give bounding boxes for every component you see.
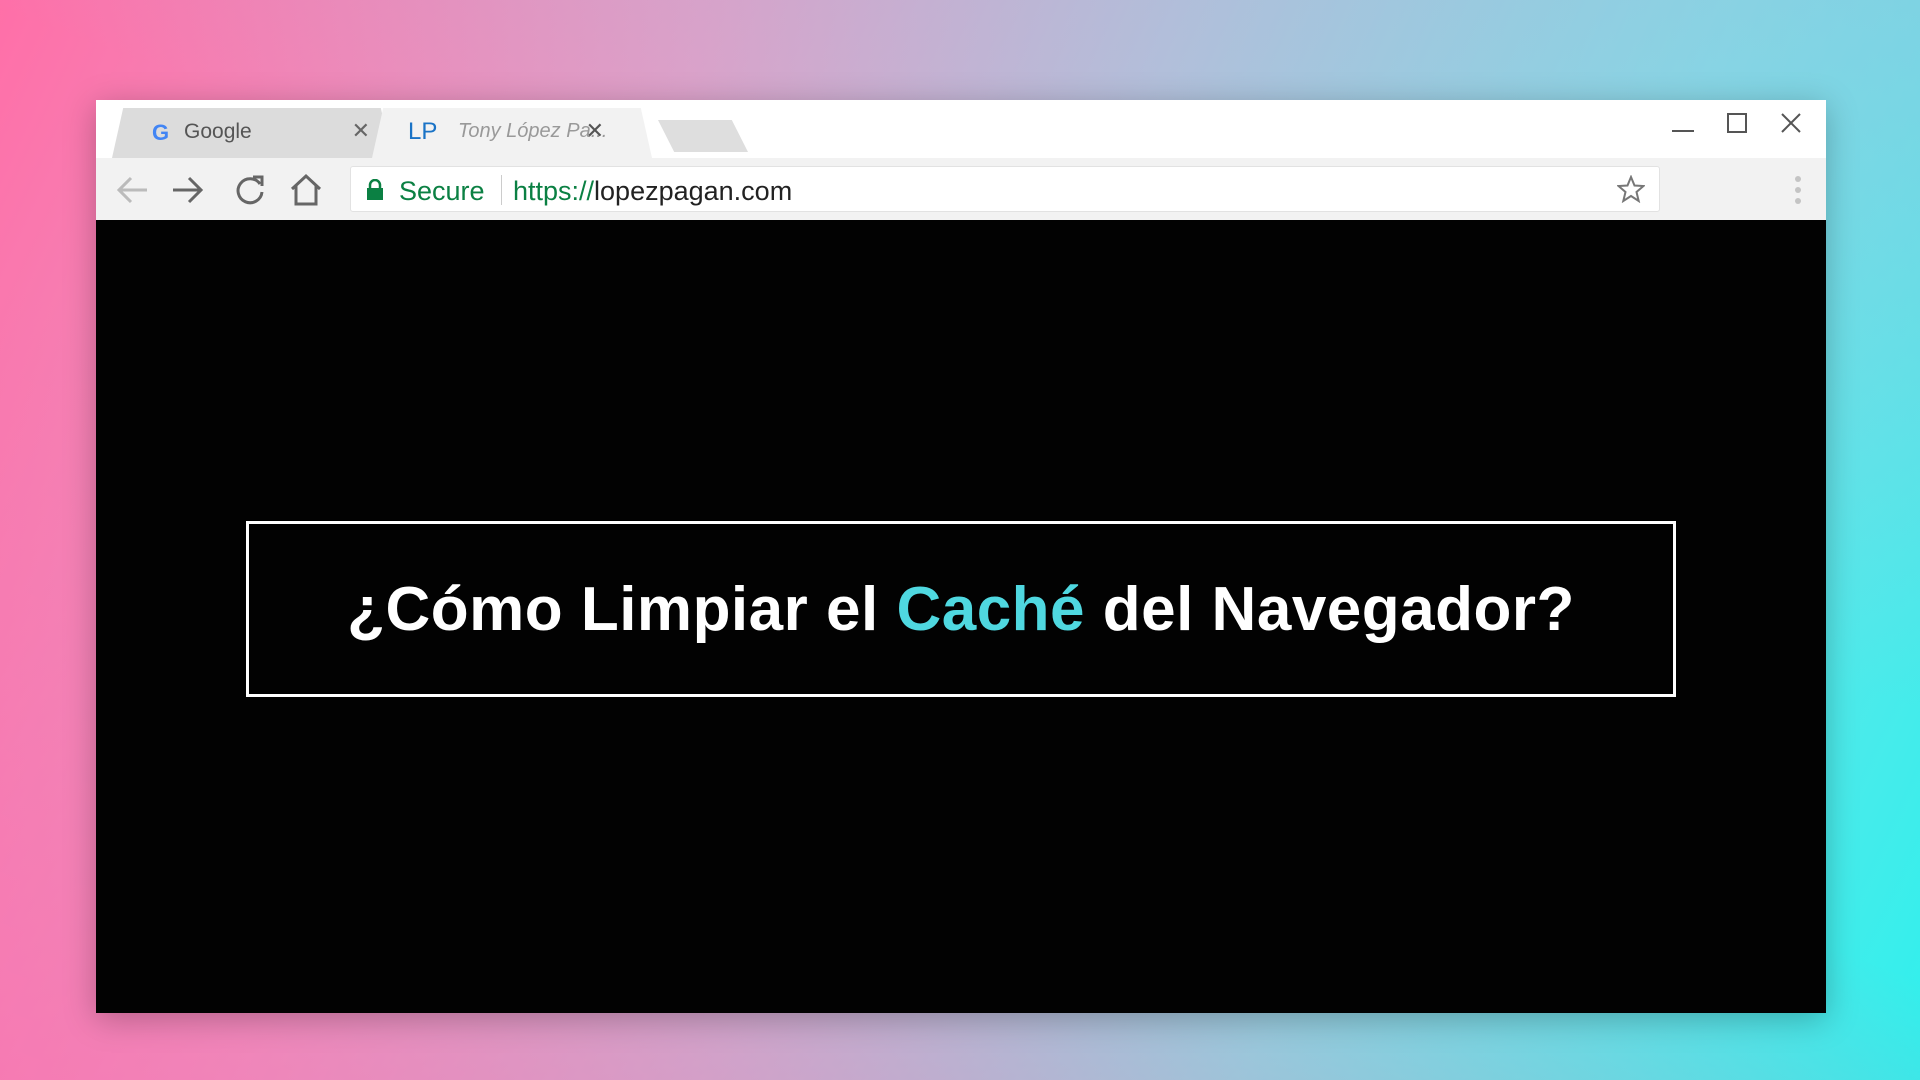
lp-favicon-icon: LP	[408, 118, 438, 145]
page-content: ¿Cómo Limpiar el Caché del Navegador?	[96, 220, 1826, 1013]
title-part-1: ¿Cómo Limpiar el	[347, 574, 897, 644]
address-bar[interactable]: Secure https://lopezpagan.com	[350, 166, 1660, 212]
google-favicon-icon: G	[152, 120, 170, 145]
forward-icon[interactable]	[168, 172, 208, 208]
close-icon[interactable]: ✕	[352, 118, 370, 144]
reload-icon[interactable]	[230, 172, 270, 208]
title-accent-word: Caché	[896, 574, 1086, 644]
title-frame: ¿Cómo Limpiar el Caché del Navegador?	[246, 521, 1676, 697]
home-icon[interactable]	[286, 172, 326, 208]
close-icon[interactable]: ✕	[586, 118, 604, 144]
back-icon[interactable]	[112, 172, 152, 208]
tab-lopezpagan[interactable]: LP Tony López Pa... ✕	[372, 108, 652, 158]
window-controls	[1668, 108, 1806, 138]
maximize-icon[interactable]	[1722, 108, 1752, 138]
minimize-icon[interactable]	[1668, 108, 1698, 138]
menu-icon[interactable]	[1788, 172, 1808, 208]
secure-label: Secure	[399, 176, 485, 206]
omnibox-divider	[501, 175, 502, 205]
url-host: lopezpagan.com	[594, 176, 793, 206]
title-part-2: del Navegador?	[1085, 574, 1575, 644]
window-close-icon[interactable]	[1776, 108, 1806, 138]
tab-strip: G Google ✕ LP Tony López Pa... ✕	[96, 100, 1826, 158]
page-title: ¿Cómo Limpiar el Caché del Navegador?	[347, 574, 1575, 645]
url-text[interactable]: https://lopezpagan.com	[513, 176, 792, 207]
new-tab-button[interactable]	[658, 120, 748, 152]
browser-toolbar: Secure https://lopezpagan.com	[96, 158, 1826, 221]
star-icon[interactable]	[1615, 174, 1647, 208]
lock-icon	[365, 178, 385, 206]
browser-window: G Google ✕ LP Tony López Pa... ✕ Secure …	[96, 100, 1826, 1013]
tab-label: Google	[184, 120, 252, 143]
url-scheme: https://	[513, 176, 595, 206]
tab-google[interactable]: G Google ✕	[112, 108, 392, 158]
